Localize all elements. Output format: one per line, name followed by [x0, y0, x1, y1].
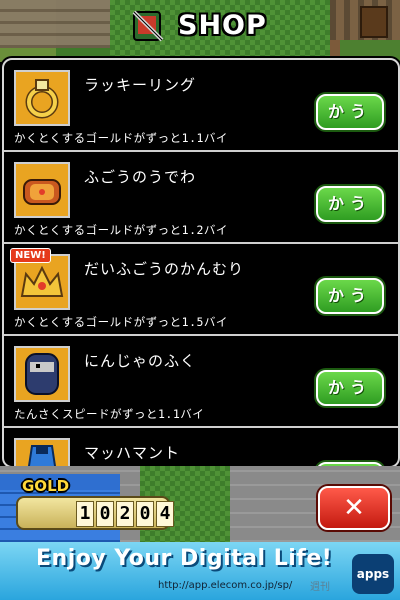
item-description: かくとくするゴールドがずっと1.5バイ: [14, 315, 228, 329]
close-button[interactable]: ✕: [318, 486, 390, 530]
gold-digit: 1: [76, 501, 94, 527]
list-item: ラッキーリング かう かくとくするゴールドがずっと1.1バイ: [4, 60, 398, 152]
item-description: たんさくスピードがずっと1.1バイ: [14, 407, 205, 421]
bracelet-icon: [14, 162, 70, 218]
ad-url: http://app.elecom.co.jp/sp/: [158, 580, 293, 591]
gold-digit: 0: [96, 501, 114, 527]
buy-button[interactable]: かう: [316, 94, 384, 130]
item-description: かくとくするゴールドがずっと1.2バイ: [14, 223, 228, 237]
item-name: だいふごうのかんむり: [84, 260, 245, 278]
buy-button[interactable]: かう: [316, 370, 384, 406]
ninja-hood-icon: [14, 346, 70, 402]
header-scene: SHOP: [0, 0, 400, 62]
list-item: NEW! だいふごうのかんむり かう かくとくするゴールドがずっと1.5バイ: [4, 244, 398, 336]
item-name: ふごうのうでわ: [84, 168, 197, 186]
shop-list[interactable]: ラッキーリング かう かくとくするゴールドがずっと1.1バイ ふごうのうでわ か…: [2, 58, 400, 468]
buy-button[interactable]: かう: [316, 186, 384, 222]
ad-title: Enjoy Your Digital Life!: [36, 546, 333, 571]
shield-sword-icon: [132, 10, 164, 42]
buy-button[interactable]: かう: [316, 278, 384, 314]
door-icon: [360, 6, 388, 38]
item-name: ラッキーリング: [84, 76, 197, 94]
list-item: にんじゃのふく かう たんさくスピードがずっと1.1バイ: [4, 336, 398, 428]
gold-label: GOLD: [22, 477, 70, 495]
gold-digit: 0: [136, 501, 154, 527]
cape-icon: [14, 438, 70, 466]
gold-counter: 1 0 2 0 4: [16, 496, 174, 530]
gold-digits: 1 0 2 0 4: [76, 501, 174, 527]
item-name: にんじゃのふく: [84, 352, 197, 370]
list-item: ふごうのうでわ かう かくとくするゴールドがずっと1.2バイ: [4, 152, 398, 244]
watermark: 週刊: [310, 582, 330, 593]
gold-digit: 4: [156, 501, 174, 527]
ring-icon: [14, 70, 70, 126]
ad-banner[interactable]: Enjoy Your Digital Life! http://app.elec…: [0, 542, 400, 600]
apps-logo-icon: apps: [352, 554, 394, 594]
list-item: マッハマント かう: [4, 428, 398, 466]
new-badge: NEW!: [10, 248, 51, 263]
stone-wall: [0, 0, 110, 48]
gold-digit: 2: [116, 501, 134, 527]
item-description: かくとくするゴールドがずっと1.1バイ: [14, 131, 228, 145]
item-name: マッハマント: [84, 444, 181, 462]
page-title: SHOP: [178, 10, 267, 41]
